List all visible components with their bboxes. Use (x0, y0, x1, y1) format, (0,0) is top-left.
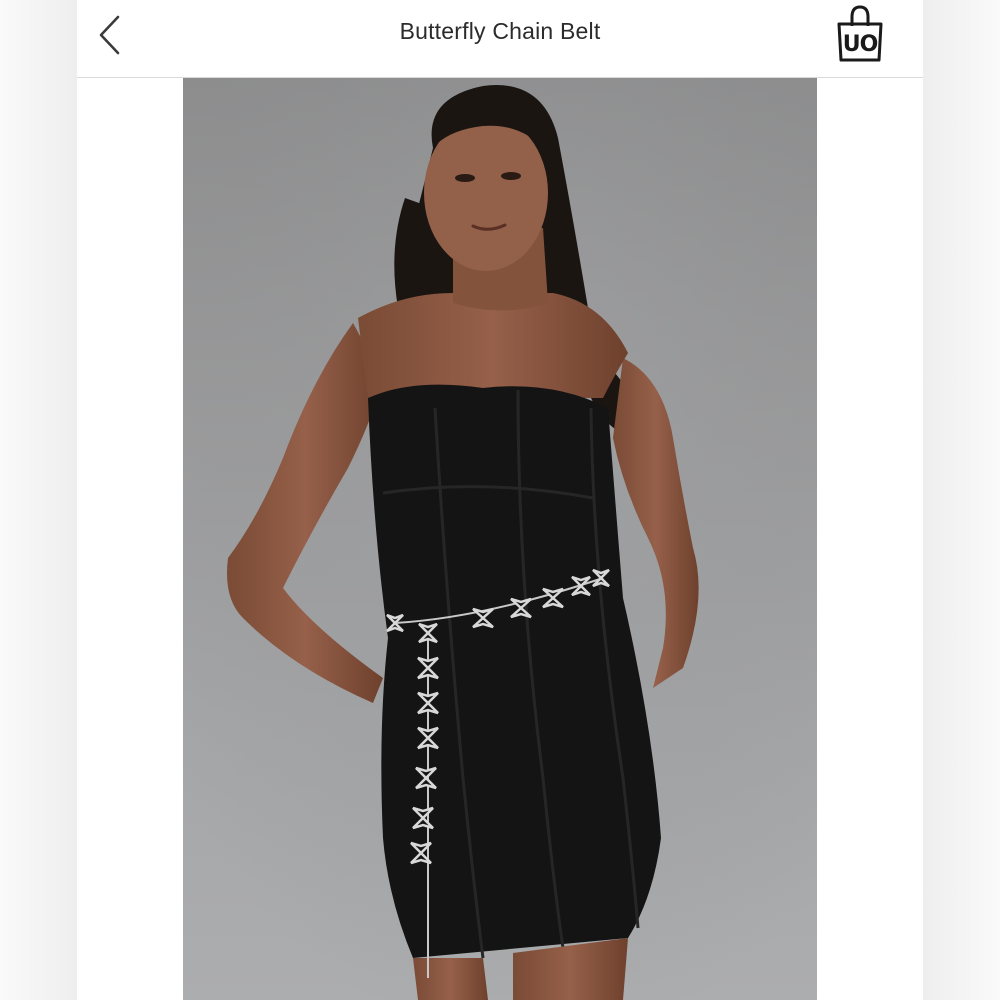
app-screen: Butterfly Chain Belt UO (77, 0, 923, 1000)
bag-logo-text: UO (842, 32, 879, 57)
image-margin-left (77, 78, 183, 1000)
shopping-bag-button[interactable]: UO (833, 4, 887, 64)
product-image[interactable] (183, 78, 817, 1000)
image-margin-right (817, 78, 923, 1000)
navigation-bar: Butterfly Chain Belt UO (77, 0, 923, 78)
page-title: Butterfly Chain Belt (399, 18, 601, 44)
right-backdrop (923, 0, 1000, 1000)
product-photo-illustration (183, 78, 817, 1000)
left-backdrop (0, 0, 77, 1000)
